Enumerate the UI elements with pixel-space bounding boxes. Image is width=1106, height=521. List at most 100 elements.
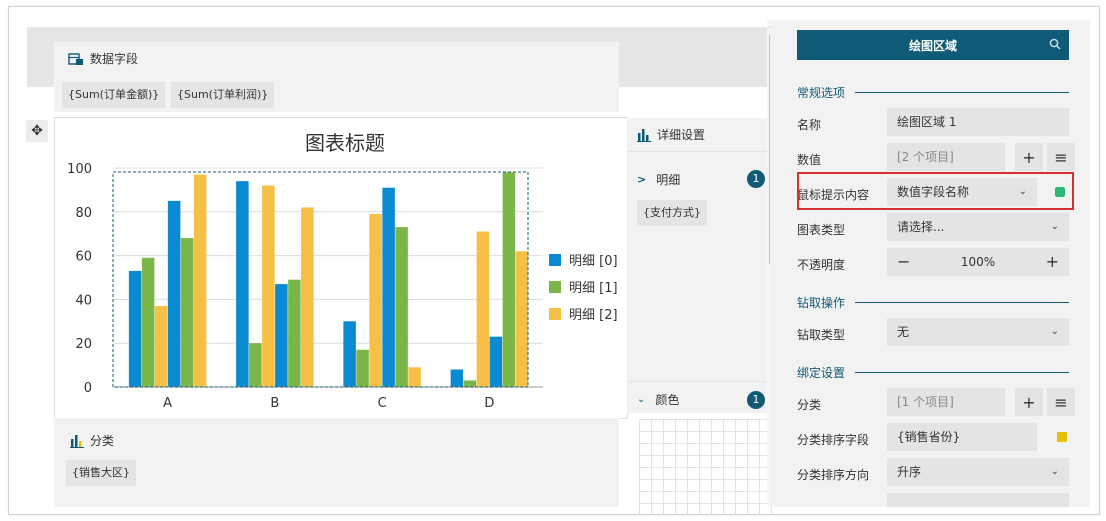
category-input[interactable]: [1 个项目] bbox=[887, 388, 1005, 416]
chevron-down-icon: ⌄ bbox=[637, 394, 646, 405]
category-sort-dir-value: 升序 bbox=[897, 465, 922, 479]
chevron-down-icon: ⌄ bbox=[1050, 221, 1059, 232]
menu-icon[interactable]: ≡ bbox=[1047, 143, 1075, 171]
category-sort-field-input[interactable]: {销售省份} bbox=[887, 423, 1037, 451]
bar-c-0 bbox=[343, 321, 356, 387]
bar-b-0 bbox=[236, 181, 249, 387]
x-tick-label: C bbox=[378, 396, 387, 411]
x-tick-label: A bbox=[163, 396, 172, 411]
bar-d-4 bbox=[502, 172, 516, 387]
chart-title: 图表标题 bbox=[305, 131, 385, 155]
bar-d-5 bbox=[515, 251, 529, 387]
bar-c-1 bbox=[356, 349, 369, 387]
bar-d-1 bbox=[463, 380, 477, 387]
section-general: 常规选项 bbox=[797, 84, 1069, 101]
category-sort-dir-label: 分类排序方向 bbox=[797, 468, 870, 482]
y-tick-label: 20 bbox=[75, 337, 92, 352]
y-tick-label: 40 bbox=[75, 293, 92, 308]
menu-icon[interactable]: ≡ bbox=[1047, 388, 1075, 416]
category-sort-field-label: 分类排序字段 bbox=[797, 433, 870, 447]
count-badge: 1 bbox=[747, 170, 765, 188]
field-chip-sales-region[interactable]: {销售大区} bbox=[66, 460, 136, 486]
y-tick-label: 100 bbox=[67, 162, 92, 177]
legend-swatch bbox=[549, 281, 561, 293]
bar-b-4 bbox=[288, 279, 301, 387]
bar-a-5 bbox=[193, 174, 207, 387]
chevron-down-icon: ⌄ bbox=[1050, 466, 1059, 477]
legend-label: 明细 [1] bbox=[569, 281, 618, 296]
bar-chart-icon bbox=[637, 128, 651, 142]
bar-c-2 bbox=[369, 213, 382, 387]
category-title: 分类 bbox=[90, 434, 115, 448]
drill-type-select-value: 无 bbox=[897, 325, 910, 339]
legend-swatch bbox=[549, 308, 561, 320]
detail-row-label: 颜色 bbox=[655, 393, 680, 407]
properties-panel: 绘图区域 常规选项 名称 绘图区域 1 数值 [2 个项目] + ≡ 鼠标提示内… bbox=[770, 20, 1090, 507]
canvas-grid bbox=[639, 419, 779, 514]
chart-type-select[interactable]: 请选择... ⌄ bbox=[887, 213, 1069, 241]
category-sort-dir-select[interactable]: 升序 ⌄ bbox=[887, 458, 1069, 486]
legend-label: 明细 [0] bbox=[569, 254, 618, 269]
search-icon[interactable] bbox=[1049, 38, 1061, 53]
name-label: 名称 bbox=[797, 118, 822, 132]
opacity-label: 不透明度 bbox=[797, 258, 846, 272]
bar-chart-icon bbox=[70, 434, 84, 448]
legend-label: 明细 [2] bbox=[569, 308, 618, 323]
bar-a-4 bbox=[180, 238, 194, 387]
opacity-stepper[interactable]: − 100% + bbox=[887, 248, 1069, 276]
bar-c-5 bbox=[408, 367, 421, 387]
sort-field-color-swatch[interactable] bbox=[1057, 432, 1067, 442]
bar-c-3 bbox=[382, 187, 395, 387]
bar-a-2 bbox=[154, 305, 168, 387]
tooltip-highlight-box bbox=[797, 172, 1074, 210]
data-fields-title: 数据字段 bbox=[90, 52, 139, 66]
y-tick-label: 60 bbox=[75, 250, 92, 265]
next-property-row[interactable] bbox=[887, 493, 1069, 507]
section-binding: 绑定设置 bbox=[797, 364, 1069, 381]
values-label: 数值 bbox=[797, 153, 822, 167]
chart-type-select-value: 请选择... bbox=[897, 220, 945, 234]
category-label: 分类 bbox=[797, 398, 822, 412]
x-tick-label: D bbox=[484, 396, 494, 411]
drill-type-label: 钻取类型 bbox=[797, 328, 846, 342]
increment-button[interactable]: + bbox=[1046, 248, 1059, 276]
detail-settings-header: 详细设置 bbox=[627, 118, 767, 152]
detail-row-color[interactable]: ⌄ 颜色 1 bbox=[627, 381, 767, 417]
bar-a-1 bbox=[141, 257, 155, 387]
props-header: 绘图区域 bbox=[797, 30, 1069, 60]
chevron-right-icon: > bbox=[637, 172, 647, 186]
bar-d-2 bbox=[476, 231, 490, 387]
opacity-value: 100% bbox=[960, 255, 996, 269]
add-category-button[interactable]: + bbox=[1015, 388, 1043, 416]
add-value-button[interactable]: + bbox=[1015, 143, 1043, 171]
field-chip-payment-method[interactable]: {支付方式} bbox=[637, 200, 707, 226]
bar-c-4 bbox=[395, 227, 408, 387]
data-fields-header: 数据字段 bbox=[68, 50, 138, 67]
chart-container[interactable]: 0 20 40 60 80 100 A B C D 明细 [0] 明细 [1] 明细 [2] 图表标题 bbox=[54, 117, 628, 419]
data-fields-zone[interactable]: 数据字段 {Sum(订单金额)} {Sum(订单利润)} bbox=[54, 42, 619, 112]
move-handle-icon[interactable]: ✥ bbox=[26, 120, 48, 142]
bar-b-3 bbox=[275, 284, 288, 387]
bar-b-5 bbox=[301, 207, 314, 387]
detail-settings-title: 详细设置 bbox=[657, 128, 706, 142]
chart-type-label: 图表类型 bbox=[797, 223, 846, 237]
category-zone[interactable]: 分类 {销售大区} bbox=[54, 418, 619, 507]
section-drill: 钻取操作 bbox=[797, 294, 1069, 311]
data-fields-icon bbox=[68, 52, 83, 65]
props-header-title: 绘图区域 bbox=[908, 38, 957, 53]
bar-b-2 bbox=[262, 185, 275, 387]
category-header: 分类 bbox=[70, 432, 114, 449]
field-chip-order-amount[interactable]: {Sum(订单金额)} bbox=[62, 82, 166, 108]
name-input[interactable]: 绘图区域 1 bbox=[887, 108, 1069, 136]
x-tick-label: B bbox=[270, 396, 279, 411]
values-input[interactable]: [2 个项目] bbox=[887, 143, 1005, 171]
field-chip-order-profit[interactable]: {Sum(订单利润)} bbox=[171, 82, 275, 108]
bar-chart: 0 20 40 60 80 100 A B C D 明细 [0] 明细 [1] 明细 [2] 图表标题 bbox=[67, 131, 618, 411]
bar-b-1 bbox=[249, 343, 262, 387]
drill-type-select[interactable]: 无 ⌄ bbox=[887, 318, 1069, 346]
bar-d-0 bbox=[450, 369, 464, 387]
detail-row-mingxi[interactable]: > 明细 1 bbox=[627, 161, 767, 197]
y-tick-label: 80 bbox=[75, 206, 92, 221]
bar-a-3 bbox=[167, 200, 181, 387]
chevron-down-icon: ⌄ bbox=[1050, 326, 1059, 337]
